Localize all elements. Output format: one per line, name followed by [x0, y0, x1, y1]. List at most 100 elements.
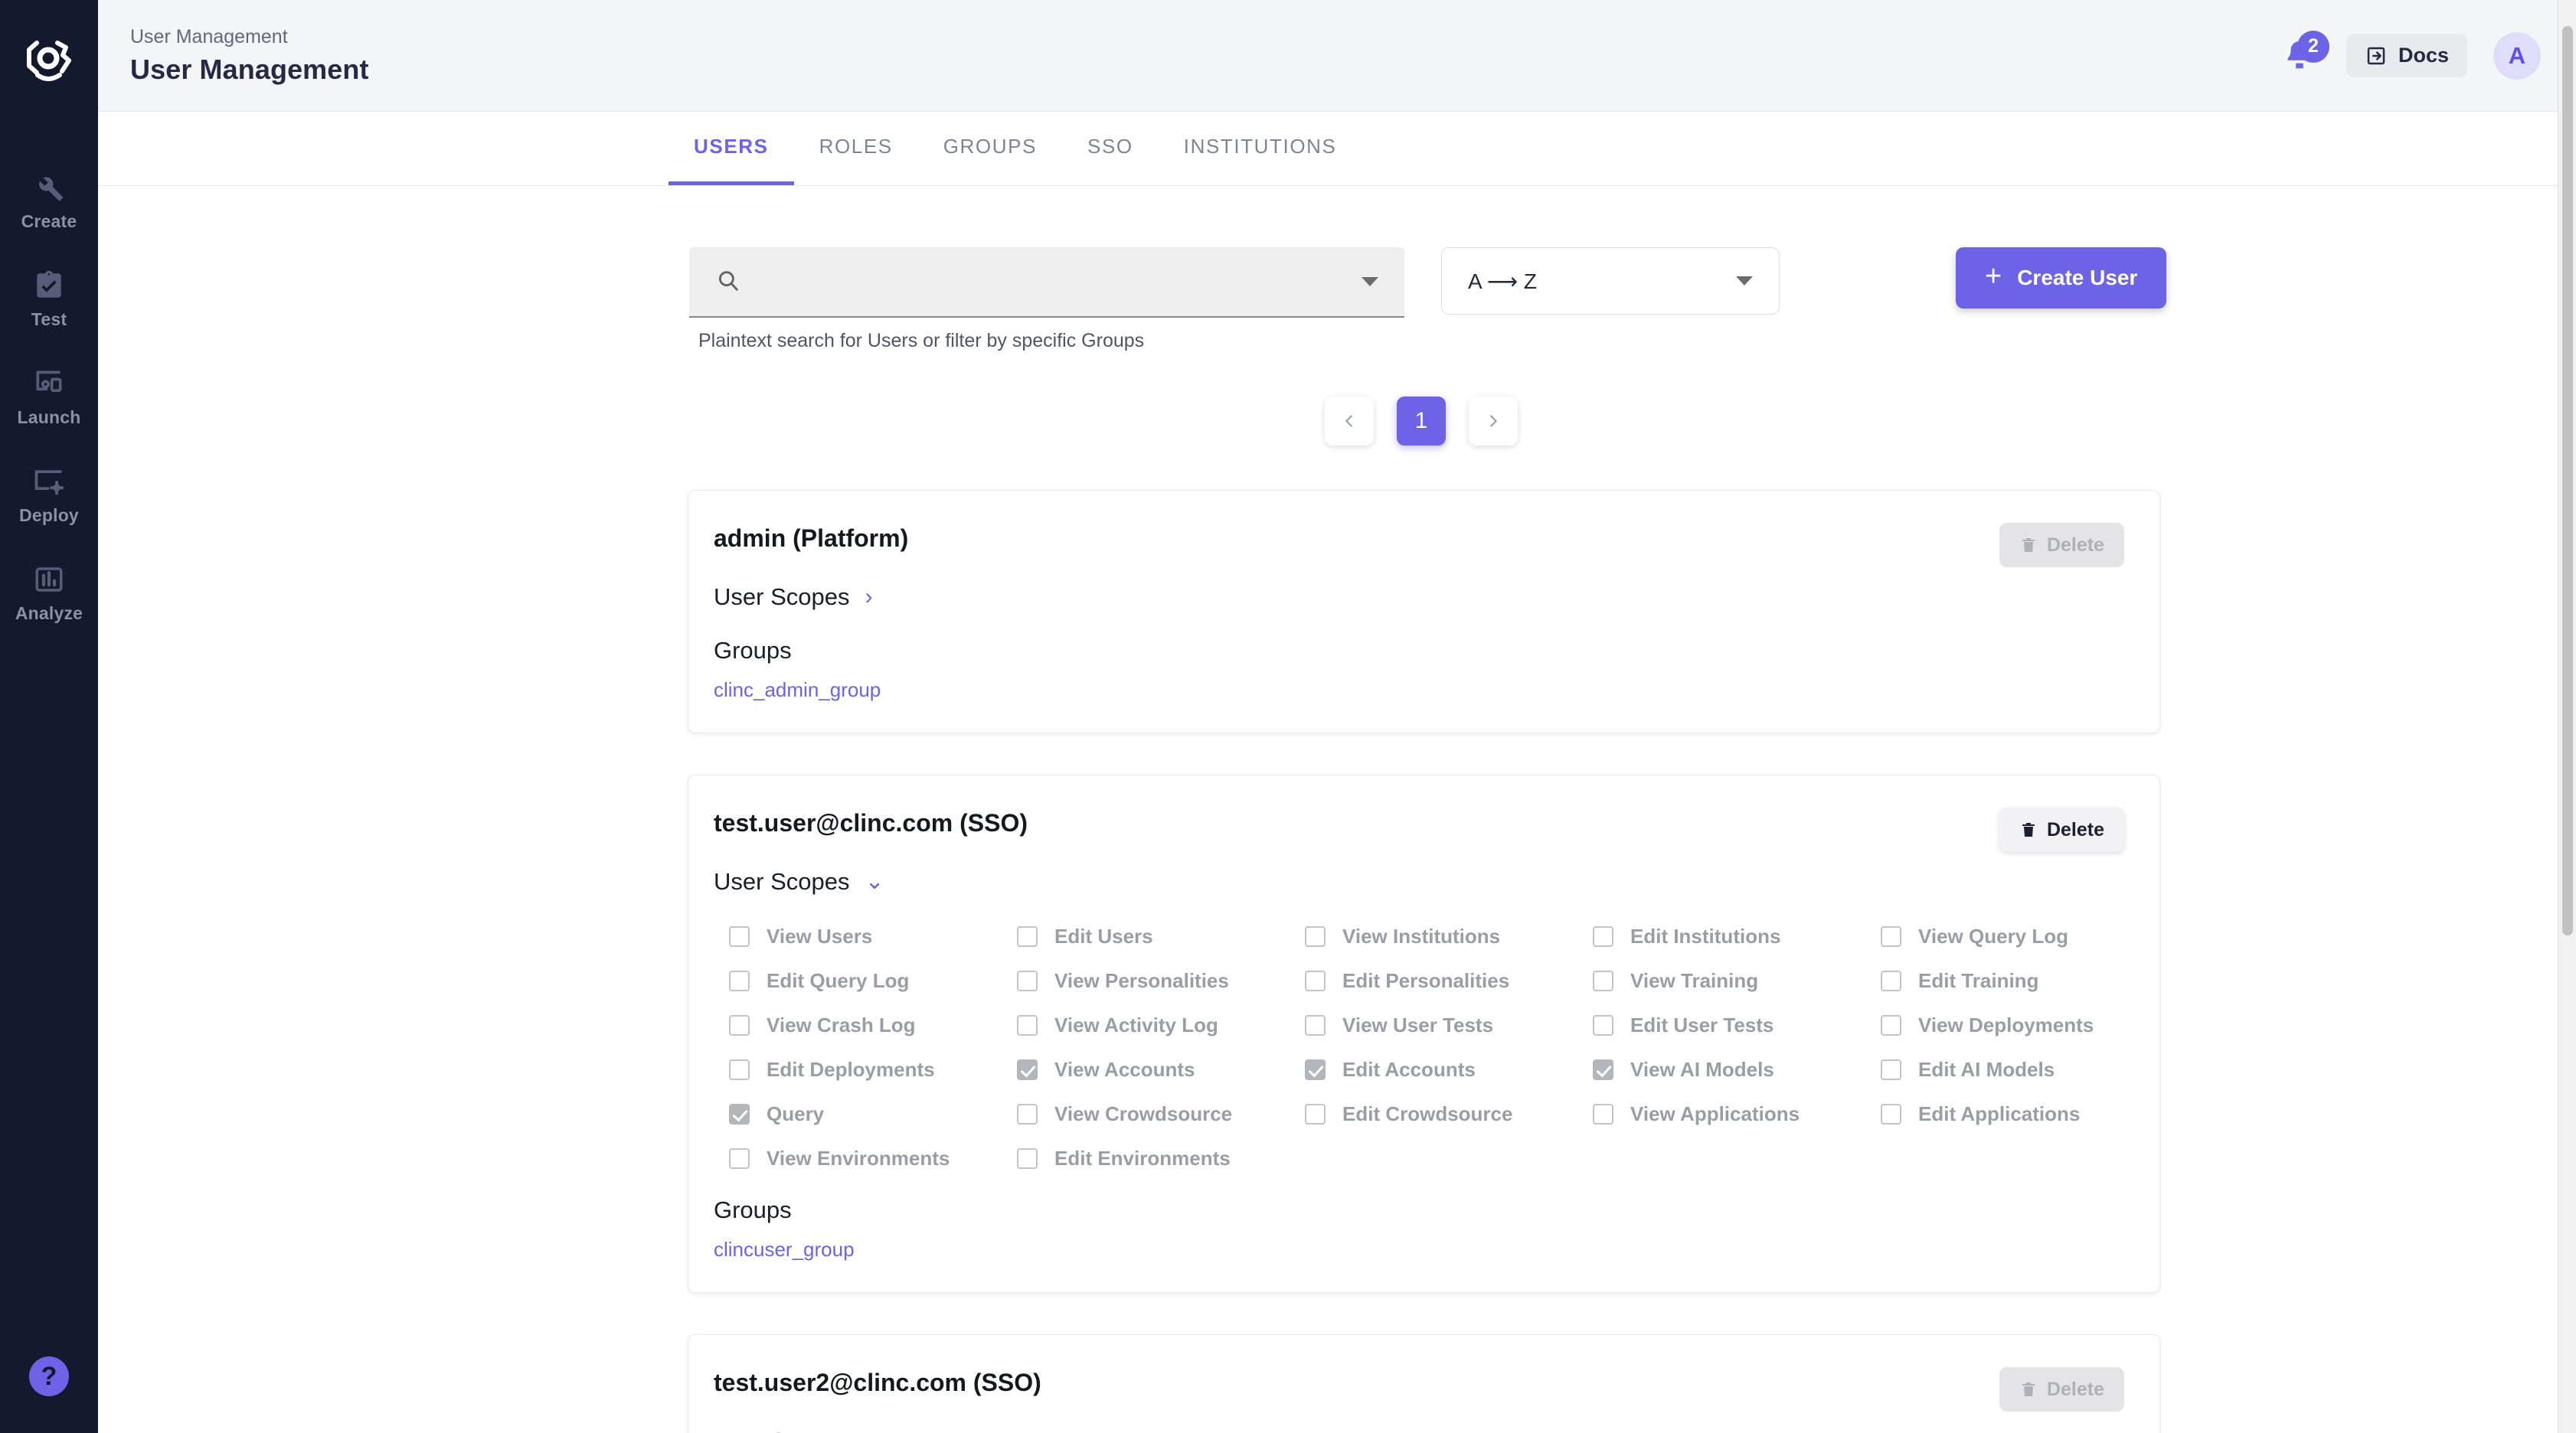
scope-checkbox-item: View Users	[729, 925, 1017, 948]
page-scrollbar[interactable]	[2558, 0, 2576, 1433]
scope-checkbox-item: Edit Personalities	[1305, 969, 1593, 993]
scope-checkbox	[729, 926, 750, 947]
chevron-right-icon: ›	[865, 584, 873, 609]
tab-groups[interactable]: GROUPS	[918, 112, 1062, 185]
scope-checkbox-item: Edit Crowdsource	[1305, 1102, 1593, 1126]
bar-chart-icon	[31, 562, 67, 597]
delete-user-button: Delete	[1999, 523, 2124, 567]
user-card-title: admin (Platform)	[714, 524, 909, 552]
delete-user-button: Delete	[1999, 1367, 2124, 1412]
sidebar-item-launch[interactable]: Launch	[0, 348, 98, 446]
delete-user-button[interactable]: Delete	[1999, 808, 2124, 852]
scope-checkbox	[1881, 1015, 1901, 1036]
scope-checkbox	[729, 1015, 750, 1036]
scope-checkbox-item: Edit Applications	[1881, 1102, 2169, 1126]
pagination-prev[interactable]	[1325, 397, 1374, 446]
scope-checkbox	[1305, 1015, 1326, 1036]
create-user-label: Create User	[2017, 266, 2138, 289]
tab-label: ROLES	[819, 135, 893, 158]
tab-bar: USERS ROLES GROUPS SSO INSTITUTIONS	[98, 112, 2576, 186]
scope-label: View Users	[767, 925, 873, 948]
pagination-next[interactable]	[1469, 397, 1518, 446]
sidebar-item-test[interactable]: Test	[0, 250, 98, 348]
user-card: admin (Platform) Delete User Scopes › Groups…	[688, 490, 2160, 733]
chevron-down-icon: ⌄	[865, 869, 884, 894]
scope-checkbox-item: View Applications	[1593, 1102, 1881, 1126]
chevron-down-icon[interactable]	[1362, 277, 1378, 286]
scope-label: View Applications	[1630, 1102, 1800, 1125]
scope-checkbox	[1881, 1059, 1901, 1080]
scope-label: View Crash Log	[767, 1014, 916, 1036]
user-card-title: test.user@clinc.com (SSO)	[714, 809, 1028, 837]
scope-label: View Institutions	[1342, 925, 1501, 948]
tab-sso[interactable]: SSO	[1062, 112, 1159, 185]
search-box[interactable]	[689, 247, 1404, 318]
sidebar-item-label: Analyze	[15, 602, 83, 623]
scope-label: View AI Models	[1630, 1058, 1774, 1081]
search-input[interactable]	[743, 269, 1348, 294]
pagination-page-label: 1	[1414, 408, 1428, 433]
notifications-button[interactable]: 2	[2279, 30, 2329, 77]
scope-checkbox	[1593, 971, 1613, 991]
user-scopes-toggle[interactable]: User Scopes ⌄	[714, 868, 884, 896]
scope-checkbox-item: Edit Environments	[1017, 1147, 1305, 1170]
scrollbar-thumb[interactable]	[2562, 26, 2573, 935]
scope-checkbox-item: View Activity Log	[1017, 1014, 1305, 1037]
app-logo[interactable]	[22, 32, 76, 86]
scope-checkbox-item: View Query Log	[1881, 925, 2169, 948]
scope-checkbox-item: View Accounts	[1017, 1058, 1305, 1082]
scope-checkbox	[1305, 926, 1326, 947]
sidebar-item-deploy[interactable]: Deploy	[0, 446, 98, 543]
groups-label: Groups	[714, 1196, 792, 1223]
scope-checkbox	[1017, 1015, 1038, 1036]
sidebar-item-create[interactable]: Create	[0, 152, 98, 250]
scope-checkbox-item: View Crowdsource	[1017, 1102, 1305, 1126]
external-link-icon	[2367, 47, 2385, 64]
trash-icon	[2022, 823, 2035, 837]
user-scopes-toggle[interactable]: User Scopes ›	[714, 1428, 872, 1433]
scope-checkbox-item: Query	[729, 1102, 1017, 1126]
tab-institutions[interactable]: INSTITUTIONS	[1159, 112, 1362, 185]
group-link[interactable]: clinc_admin_group	[714, 678, 881, 702]
user-scopes-toggle[interactable]: User Scopes ›	[714, 583, 872, 611]
sidebar-item-label: Test	[31, 308, 67, 329]
create-user-button[interactable]: + Create User	[1956, 247, 2167, 308]
deploy-gear-icon	[31, 464, 67, 499]
search-helper-text: Plaintext search for Users or filter by …	[698, 330, 1145, 351]
chevron-right-icon	[1490, 415, 1497, 427]
clipboard-check-icon	[31, 268, 67, 303]
help-button[interactable]: ?	[29, 1356, 69, 1396]
group-link[interactable]: clincuser_group	[714, 1238, 855, 1262]
scope-checkbox-item: View Deployments	[1881, 1014, 2169, 1037]
scope-checkbox-item: View Training	[1593, 969, 1881, 993]
scope-checkbox	[729, 1148, 750, 1169]
scope-checkbox-item: View Institutions	[1305, 925, 1593, 948]
scope-label: Edit Crowdsource	[1342, 1102, 1513, 1125]
scope-checkbox	[1881, 1104, 1901, 1125]
sort-select[interactable]: A ⟶ Z	[1441, 247, 1780, 315]
tab-label: SSO	[1087, 135, 1133, 158]
user-scopes-label: User Scopes	[714, 868, 850, 895]
tab-users[interactable]: USERS	[669, 112, 794, 185]
scope-checkbox-item: Edit Query Log	[729, 969, 1017, 993]
main-area: User Management User Management 2 Docs A…	[98, 0, 2576, 1433]
topbar: User Management User Management 2 Docs A	[98, 0, 2576, 112]
trash-icon	[2022, 538, 2035, 552]
pagination-page-1[interactable]: 1	[1397, 397, 1446, 446]
scope-label: View Crowdsource	[1054, 1102, 1233, 1125]
sidebar-item-analyze[interactable]: Analyze	[0, 543, 98, 641]
scope-label: View Query Log	[1918, 925, 2069, 948]
launch-window-icon	[31, 366, 67, 401]
sidebar-item-label: Launch	[17, 406, 81, 427]
scope-checkbox-item: Edit Training	[1881, 969, 2169, 993]
docs-label: Docs	[2398, 44, 2449, 67]
chevron-left-icon	[1345, 415, 1352, 427]
avatar[interactable]: A	[2493, 31, 2541, 80]
clinc-logo-icon	[27, 41, 71, 81]
scope-checkbox-item: Edit User Tests	[1593, 1014, 1881, 1037]
tab-roles[interactable]: ROLES	[794, 112, 918, 185]
sort-value: A ⟶ Z	[1468, 269, 1537, 293]
scope-checkbox-item: View Environments	[729, 1147, 1017, 1170]
docs-button[interactable]: Docs	[2346, 34, 2467, 77]
delete-label: Delete	[2046, 534, 2104, 556]
